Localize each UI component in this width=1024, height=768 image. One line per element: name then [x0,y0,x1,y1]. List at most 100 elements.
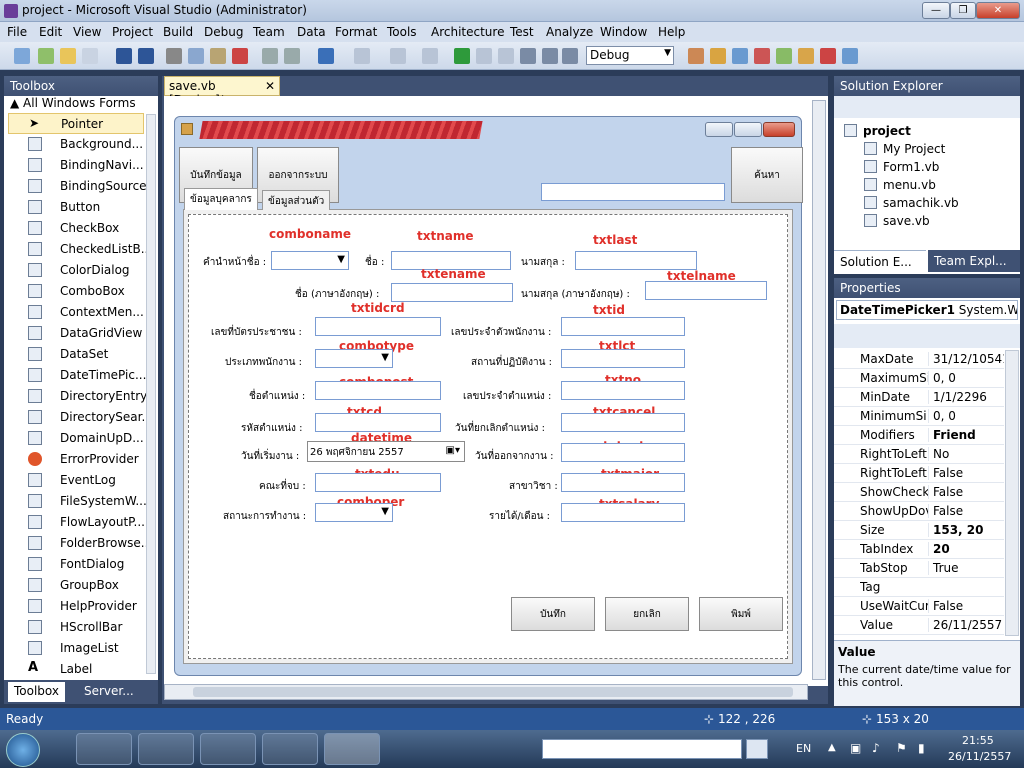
menu-team[interactable]: Team [253,25,285,39]
combopost-input[interactable] [315,381,441,400]
prop-row[interactable]: UseWaitCur False [834,597,1004,616]
toolbox-item-filesystemwatcher[interactable]: FileSystemW... [8,491,147,512]
save-icon[interactable] [116,48,132,64]
clock-time[interactable]: 21:55 [962,734,994,747]
menu-window[interactable]: Window [600,25,647,39]
toolbox-item-directory-searcher[interactable]: DirectorySear... [8,407,153,428]
txtout-input[interactable] [561,443,685,462]
clock-date[interactable]: 26/11/2557 [948,750,1011,763]
step-over-icon[interactable] [542,48,558,64]
toolbox-item-flowlayoutpanel[interactable]: FlowLayoutP... [8,512,145,533]
solution-explorer-icon[interactable] [710,48,726,64]
prop-row[interactable]: Size 153, 20 [834,521,1004,540]
tree-item-form1[interactable]: Form1.vb [864,160,939,174]
prop-row[interactable]: MinDate 1/1/2296 [834,388,1004,407]
txtedu-input[interactable] [315,473,441,492]
go-icon[interactable] [746,739,768,759]
undo-icon[interactable] [318,48,334,64]
prop-row[interactable]: RightToLeft No [834,445,1004,464]
prop-row[interactable]: MaximumSi 0, 0 [834,369,1004,388]
solution-configuration-dropdown[interactable]: Debug ▼ [586,46,674,65]
find-icon[interactable] [688,48,704,64]
toolbox-item-combobox[interactable]: ComboBox [8,281,144,302]
prop-row[interactable]: RightToLeft False [834,464,1004,483]
taskbar-explorer-icon[interactable] [262,733,318,765]
toolbox-item-datetimepicker[interactable]: DateTimePic... [8,365,146,386]
tree-item-menu[interactable]: menu.vb [864,178,936,192]
toolbox-item-label[interactable]: A Label [8,659,144,680]
prop-row[interactable]: ShowCheck False [834,483,1004,502]
tab-save-design[interactable]: save.vb [Design]* ✕ [164,76,280,107]
prop-row[interactable]: Tag [834,578,1004,597]
start-debugging-icon[interactable] [454,48,470,64]
open-folder-icon[interactable] [60,48,76,64]
menu-view[interactable]: View [73,25,101,39]
toolbox-item-binding-source[interactable]: BindingSource [8,176,147,197]
show-hidden-icons[interactable]: ▲ [828,742,836,753]
tab-toolbox[interactable]: Toolbox [8,682,65,702]
toolbox-item-dataset[interactable]: DataSet [8,344,144,365]
toolbox-item-groupbox[interactable]: GroupBox [8,575,144,596]
toolbox-item-helpprovider[interactable]: HelpProvider [8,596,144,617]
toolbox-scrollbar[interactable] [146,114,156,674]
taskbar-chrome-icon[interactable] [76,733,132,765]
prop-row[interactable]: TabStop True [834,559,1004,578]
network-icon[interactable]: ▣ [850,741,861,755]
properties-icon[interactable] [732,48,748,64]
tree-item-save[interactable]: save.vb [864,214,930,228]
power-icon[interactable]: ▮ [918,741,925,755]
maximize-button[interactable]: ❐ [950,2,976,19]
toolbox-item-directory-entry[interactable]: DirectoryEntry [8,386,147,407]
toolbox-group-header[interactable]: ▲ All Windows Forms [10,96,136,110]
menu-project[interactable]: Project [112,25,153,39]
extension-icon[interactable] [820,48,836,64]
toolbox-item-button[interactable]: Button [8,197,144,218]
prop-row[interactable]: MaxDate 31/12/10541 [834,350,1004,369]
minimize-button[interactable]: — [922,2,950,19]
txtename-input[interactable] [391,283,513,302]
taskbar-app-blue-icon[interactable] [200,733,256,765]
txtmajor-input[interactable] [561,473,685,492]
prop-row[interactable]: MinimumSi 0, 0 [834,407,1004,426]
menu-help[interactable]: Help [658,25,685,39]
comboname-combobox[interactable]: ▼ [271,251,349,270]
combotype-combobox[interactable]: ▼ [315,349,393,368]
taskbar-app-green-icon[interactable] [138,733,194,765]
menu-tools[interactable]: Tools [387,25,417,39]
menu-format[interactable]: Format [335,25,377,39]
toolbox-item-imagelist[interactable]: ImageList [8,638,144,659]
toolbox-item-datagridview[interactable]: DataGridView [8,323,144,344]
address-toolbar-input[interactable] [542,739,742,759]
search-input[interactable] [541,183,725,201]
toolbox-item-domain-updown[interactable]: DomainUpD... [8,428,144,449]
txtid-input[interactable] [561,317,685,336]
menu-analyze[interactable]: Analyze [546,25,593,39]
redo-icon[interactable] [354,48,370,64]
prop-row[interactable]: ShowUpDov False [834,502,1004,521]
tab-personnel-info[interactable]: ข้อมูลบุคลากร [184,188,258,210]
taskbar-visual-studio-icon[interactable] [324,733,380,765]
close-button[interactable]: ✕ [976,2,1020,19]
add-item-icon[interactable] [38,48,54,64]
scroll-thumb[interactable] [193,687,793,697]
tree-item-project[interactable]: project [844,124,911,138]
uncomment-icon[interactable] [284,48,300,64]
toolbox-item-checkbox[interactable]: CheckBox [8,218,144,239]
txtcancel-input[interactable] [561,413,685,432]
prop-row[interactable]: Modifiers Friend [834,426,1004,445]
designer-hscrollbar[interactable] [164,684,808,700]
menu-build[interactable]: Build [163,25,193,39]
start-page-icon[interactable] [798,48,814,64]
toolbox-item-folderbrowser[interactable]: FolderBrowse... [8,533,152,554]
bottom-cancel-button[interactable]: ยกเลิก [605,597,689,631]
tree-item-samachik[interactable]: samachik.vb [864,196,959,210]
bottom-save-button[interactable]: บันทึก [511,597,595,631]
step-into-icon[interactable] [520,48,536,64]
start-button[interactable] [6,733,40,767]
add-icon[interactable] [82,48,98,64]
object-browser-icon[interactable] [754,48,770,64]
toolbox-item-eventlog[interactable]: EventLog [8,470,144,491]
menu-file[interactable]: File [7,25,27,39]
datetime-picker[interactable]: 26 พฤศจิกายน 2557 ▣▾ [307,441,465,462]
tab-team-explorer[interactable]: Team Expl... [928,250,1020,272]
